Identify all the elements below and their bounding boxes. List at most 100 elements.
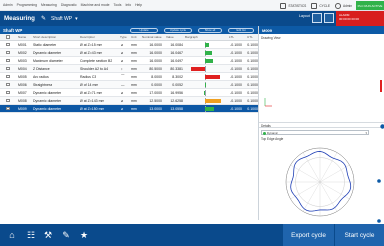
menu-bar-right: STATISTICS CYCLE Admin PLC RUN ACTIVE [280, 0, 384, 11]
cell-ltl: -0.1000 [230, 82, 242, 87]
update-button[interactable]: Update [130, 27, 158, 33]
cell-value: 80.3381 [170, 66, 183, 71]
header-short-description[interactable]: Short description [33, 34, 56, 40]
star-icon[interactable]: ★ [78, 229, 90, 241]
table-row[interactable]: M008 Dynamic diameter Ø at Z=143 mm ⌀ mm 12.5… [0, 97, 258, 105]
layout-single-button[interactable] [312, 13, 322, 23]
menu-item-diagnostic[interactable]: Diagnostic [61, 3, 77, 7]
cell-description: Ø of 14 mm [80, 82, 99, 87]
header-select[interactable] [6, 34, 10, 40]
cell-nominal: 80.5000 [149, 66, 162, 71]
header-value[interactable]: Value [166, 34, 174, 40]
user-name[interactable]: Admin [343, 4, 352, 8]
table-row[interactable]: M001 Static diameter Ø at Z=15 mm ⌀ mm 16.000… [0, 41, 258, 49]
row-checkbox[interactable] [6, 98, 10, 103]
cell-type: ⌀ [121, 58, 124, 63]
row-checkbox[interactable] [6, 58, 10, 63]
row-checkbox[interactable] [6, 106, 10, 111]
cell-utl: 0.1000 [247, 66, 258, 71]
row-select-cell [6, 105, 10, 112]
cell-nominal: 16.0000 [149, 42, 162, 47]
plot-side-controls [377, 179, 381, 223]
edit-list-button[interactable]: Edit list [228, 27, 254, 33]
chevron-down-icon[interactable]: ▾ [75, 16, 78, 22]
row-checkbox[interactable] [6, 50, 10, 55]
edit-pencil-icon[interactable]: ✎ [41, 15, 46, 22]
header-description[interactable]: Description [80, 34, 95, 40]
user-icon[interactable] [334, 2, 341, 9]
cell-description: Shoulder A2 to A4 [80, 66, 109, 71]
cell-description: Complete section B2 [80, 58, 113, 63]
table-row[interactable]: M009 Dynamic diameter Ø at Z=150 mm ⌀ mm 13.0… [0, 105, 258, 113]
pencil-icon[interactable]: ✎ [60, 229, 72, 241]
header-unit[interactable]: Unit [131, 34, 137, 40]
menu-item-info[interactable]: Info [125, 3, 131, 7]
table-row[interactable]: M003 Maximum diameter Complete section B2 ⌀… [0, 57, 258, 65]
menu-item-machine-mode[interactable]: Machine and mode [81, 3, 110, 7]
cell-value: 16.9956 [170, 90, 183, 95]
table-row[interactable]: M002 Dynamic diameter Ø at Z=43 mm ⌀ mm 16.00… [0, 49, 258, 57]
menu-item-help[interactable]: Help [135, 3, 142, 7]
row-select-cell [6, 41, 10, 48]
statistics-label[interactable]: STATISTICS [288, 4, 306, 8]
cell-ltl: -0.1000 [230, 66, 242, 71]
cell-short-description: Dynamic diameter [33, 50, 62, 55]
header-type[interactable]: Type [120, 34, 127, 40]
show-all-button[interactable]: Show all [198, 27, 222, 33]
cell-utl: 0.1000 [247, 98, 258, 103]
menu-item-measuring[interactable]: Measuring [41, 3, 57, 7]
row-checkbox[interactable] [6, 66, 10, 71]
layout-split-button[interactable] [324, 13, 334, 23]
detail-select[interactable]: Dynamic ▾ [261, 130, 369, 135]
header-utl[interactable]: UTL [247, 34, 253, 40]
title-bar: Measuring ✎ Shaft WP ▾ Layout ALARM 00:0… [0, 11, 384, 26]
cell-unit: mm [131, 50, 137, 55]
plot-marker-icon[interactable] [377, 219, 381, 223]
cell-description: Ø at Z=150 mm [80, 106, 105, 111]
header-name[interactable]: Name [18, 34, 26, 40]
update-cycle-button[interactable]: Update cycle [164, 27, 192, 33]
row-checkbox[interactable] [6, 82, 10, 87]
roundness-plot[interactable] [267, 140, 377, 220]
cell-value: 16.0497 [170, 58, 183, 63]
program-selector[interactable]: Shaft WP [51, 16, 72, 22]
menu-item-tools[interactable]: Tools [114, 3, 122, 7]
cycle-icon[interactable] [311, 2, 318, 9]
table-row[interactable]: M004 Z Distance Shoulder A2 to A4 ↕ mm 80.500… [0, 65, 258, 73]
info-icon[interactable] [380, 123, 384, 129]
bargraph-bar [205, 75, 220, 79]
table-row[interactable]: M005 Arc radius Radius C3 ⌒ mm 8.0000 8.3002 -0… [0, 73, 258, 81]
cell-nominal: 12.5000 [149, 98, 162, 103]
row-checkbox[interactable] [6, 74, 10, 79]
cell-value: 8.3002 [172, 74, 183, 79]
cell-description: Radius C3 [80, 74, 97, 79]
statistics-icon[interactable] [280, 2, 287, 9]
menu-item-admin[interactable]: Admin [3, 3, 13, 7]
menu-item-programming[interactable]: Programming [17, 3, 37, 7]
table-row[interactable]: M007 Dynamic diameter Ø at Z=71 mm ⌀ mm 17.00… [0, 89, 258, 97]
cell-short-description: Dynamic diameter [33, 98, 62, 103]
cycle-label[interactable]: CYCLE [319, 4, 330, 8]
row-checkbox[interactable] [6, 90, 10, 95]
row-select-cell [6, 81, 10, 88]
home-icon[interactable]: ⌂ [6, 229, 18, 241]
start-cycle-button[interactable]: Start cycle [334, 224, 384, 246]
cell-short-description: Dynamic diameter [33, 90, 62, 95]
select-all-checkbox[interactable] [6, 35, 10, 39]
table-row[interactable]: M006 Straightness Ø of 14 mm — mm 0.0000 0.005… [0, 81, 258, 89]
tools-icon[interactable]: ⚒ [42, 229, 54, 241]
drawing-view-canvas[interactable] [259, 40, 384, 120]
status-dot-icon [263, 132, 266, 135]
header-bargraph[interactable]: Bargraph [185, 34, 198, 40]
cell-name: M005 [18, 74, 27, 79]
alarm-panel[interactable]: ALARM 00:00:00 00:00 [336, 11, 384, 26]
cell-ltl: -0.1000 [230, 50, 242, 55]
plot-marker-icon[interactable] [377, 179, 381, 183]
export-cycle-button[interactable]: Export cycle [282, 224, 334, 246]
cell-type: — [121, 82, 125, 87]
header-ltl[interactable]: LTL [229, 34, 234, 40]
row-checkbox[interactable] [6, 42, 10, 47]
header-nominal[interactable]: Nominal value [142, 34, 162, 40]
cell-utl: 0.1000 [247, 106, 258, 111]
settings-icon[interactable]: ☷ [25, 229, 37, 241]
